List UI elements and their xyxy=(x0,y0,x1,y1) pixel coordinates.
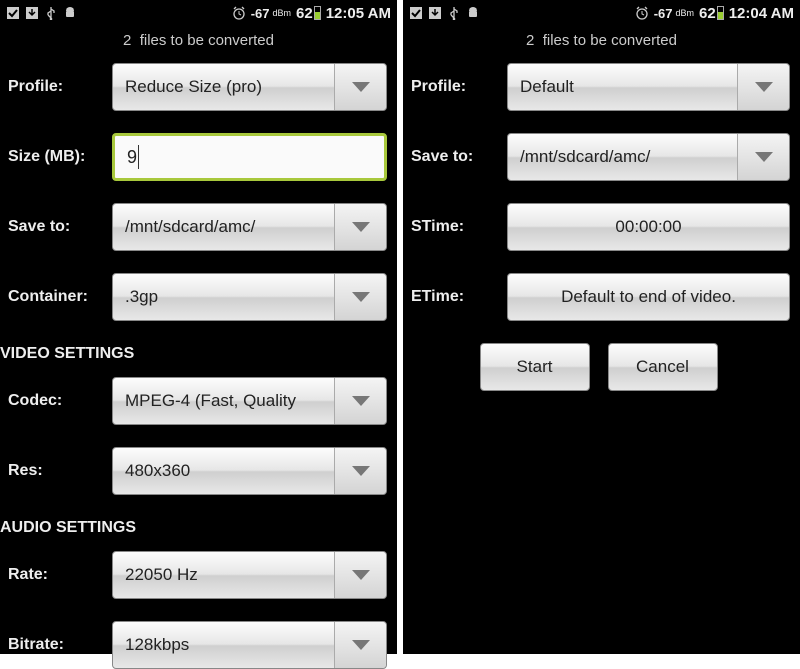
etime-button[interactable]: Default to end of video. xyxy=(507,273,790,321)
signal-dbm: -67 xyxy=(251,6,270,21)
stime-button[interactable]: 00:00:00 xyxy=(507,203,790,251)
chevron-down-icon xyxy=(334,64,386,110)
screen-left: -67 dBm 62 12:05 AM 2 files to be conver… xyxy=(0,0,397,654)
stime-label: STime: xyxy=(407,218,507,236)
chevron-down-icon xyxy=(737,134,789,180)
container-spinner[interactable]: .3gp xyxy=(112,273,387,321)
cancel-button[interactable]: Cancel xyxy=(608,343,718,391)
res-label: Res: xyxy=(4,462,112,480)
rate-label: Rate: xyxy=(4,566,112,584)
alarm-icon xyxy=(232,6,246,20)
signal-unit: dBm xyxy=(272,8,291,18)
usb-icon xyxy=(44,6,58,20)
video-settings-header: VIDEO SETTINGS xyxy=(0,343,387,377)
bitrate-label: Bitrate: xyxy=(4,636,112,654)
codec-spinner[interactable]: MPEG-4 (Fast, Quality xyxy=(112,377,387,425)
codec-label: Codec: xyxy=(4,392,112,410)
signal-dbm: -67 xyxy=(654,6,673,21)
usb-icon xyxy=(447,6,461,20)
battery-indicator: 62 xyxy=(296,5,321,22)
profile-label: Profile: xyxy=(4,78,112,96)
chevron-down-icon xyxy=(334,274,386,320)
start-button[interactable]: Start xyxy=(480,343,590,391)
audio-settings-header: AUDIO SETTINGS xyxy=(0,517,387,551)
clock-time: 12:05 AM xyxy=(326,5,391,22)
etime-label: ETime: xyxy=(407,288,507,306)
profile-spinner[interactable]: Reduce Size (pro) xyxy=(112,63,387,111)
download-icon xyxy=(428,6,442,20)
saveto-spinner[interactable]: /mnt/sdcard/amc/ xyxy=(112,203,387,251)
signal-unit: dBm xyxy=(675,8,694,18)
status-bar: -67 dBm 62 12:05 AM xyxy=(0,0,397,26)
size-input[interactable]: 9 xyxy=(112,133,387,181)
container-label: Container: xyxy=(4,288,112,306)
caption: 2 files to be converted xyxy=(0,26,397,63)
saveto-spinner[interactable]: /mnt/sdcard/amc/ xyxy=(507,133,790,181)
saveto-label: Save to: xyxy=(407,148,507,166)
chevron-down-icon xyxy=(334,378,386,424)
bitrate-spinner[interactable]: 128kbps xyxy=(112,621,387,669)
chevron-down-icon xyxy=(334,622,386,668)
chevron-down-icon xyxy=(737,64,789,110)
rate-spinner[interactable]: 22050 Hz xyxy=(112,551,387,599)
chevron-down-icon xyxy=(334,448,386,494)
clock-time: 12:04 AM xyxy=(729,5,794,22)
android-icon xyxy=(63,6,77,20)
alarm-icon xyxy=(635,6,649,20)
profile-spinner[interactable]: Default xyxy=(507,63,790,111)
check-icon xyxy=(6,6,20,20)
size-label: Size (MB): xyxy=(4,148,112,166)
chevron-down-icon xyxy=(334,204,386,250)
check-icon xyxy=(409,6,423,20)
res-spinner[interactable]: 480x360 xyxy=(112,447,387,495)
status-bar: -67 dBm 62 12:04 AM xyxy=(403,0,800,26)
chevron-down-icon xyxy=(334,552,386,598)
battery-indicator: 62 xyxy=(699,5,724,22)
profile-label: Profile: xyxy=(407,78,507,96)
caption: 2 files to be converted xyxy=(403,26,800,63)
screen-right: -67 dBm 62 12:04 AM 2 files to be conver… xyxy=(403,0,800,654)
download-icon xyxy=(25,6,39,20)
saveto-label: Save to: xyxy=(4,218,112,236)
android-icon xyxy=(466,6,480,20)
